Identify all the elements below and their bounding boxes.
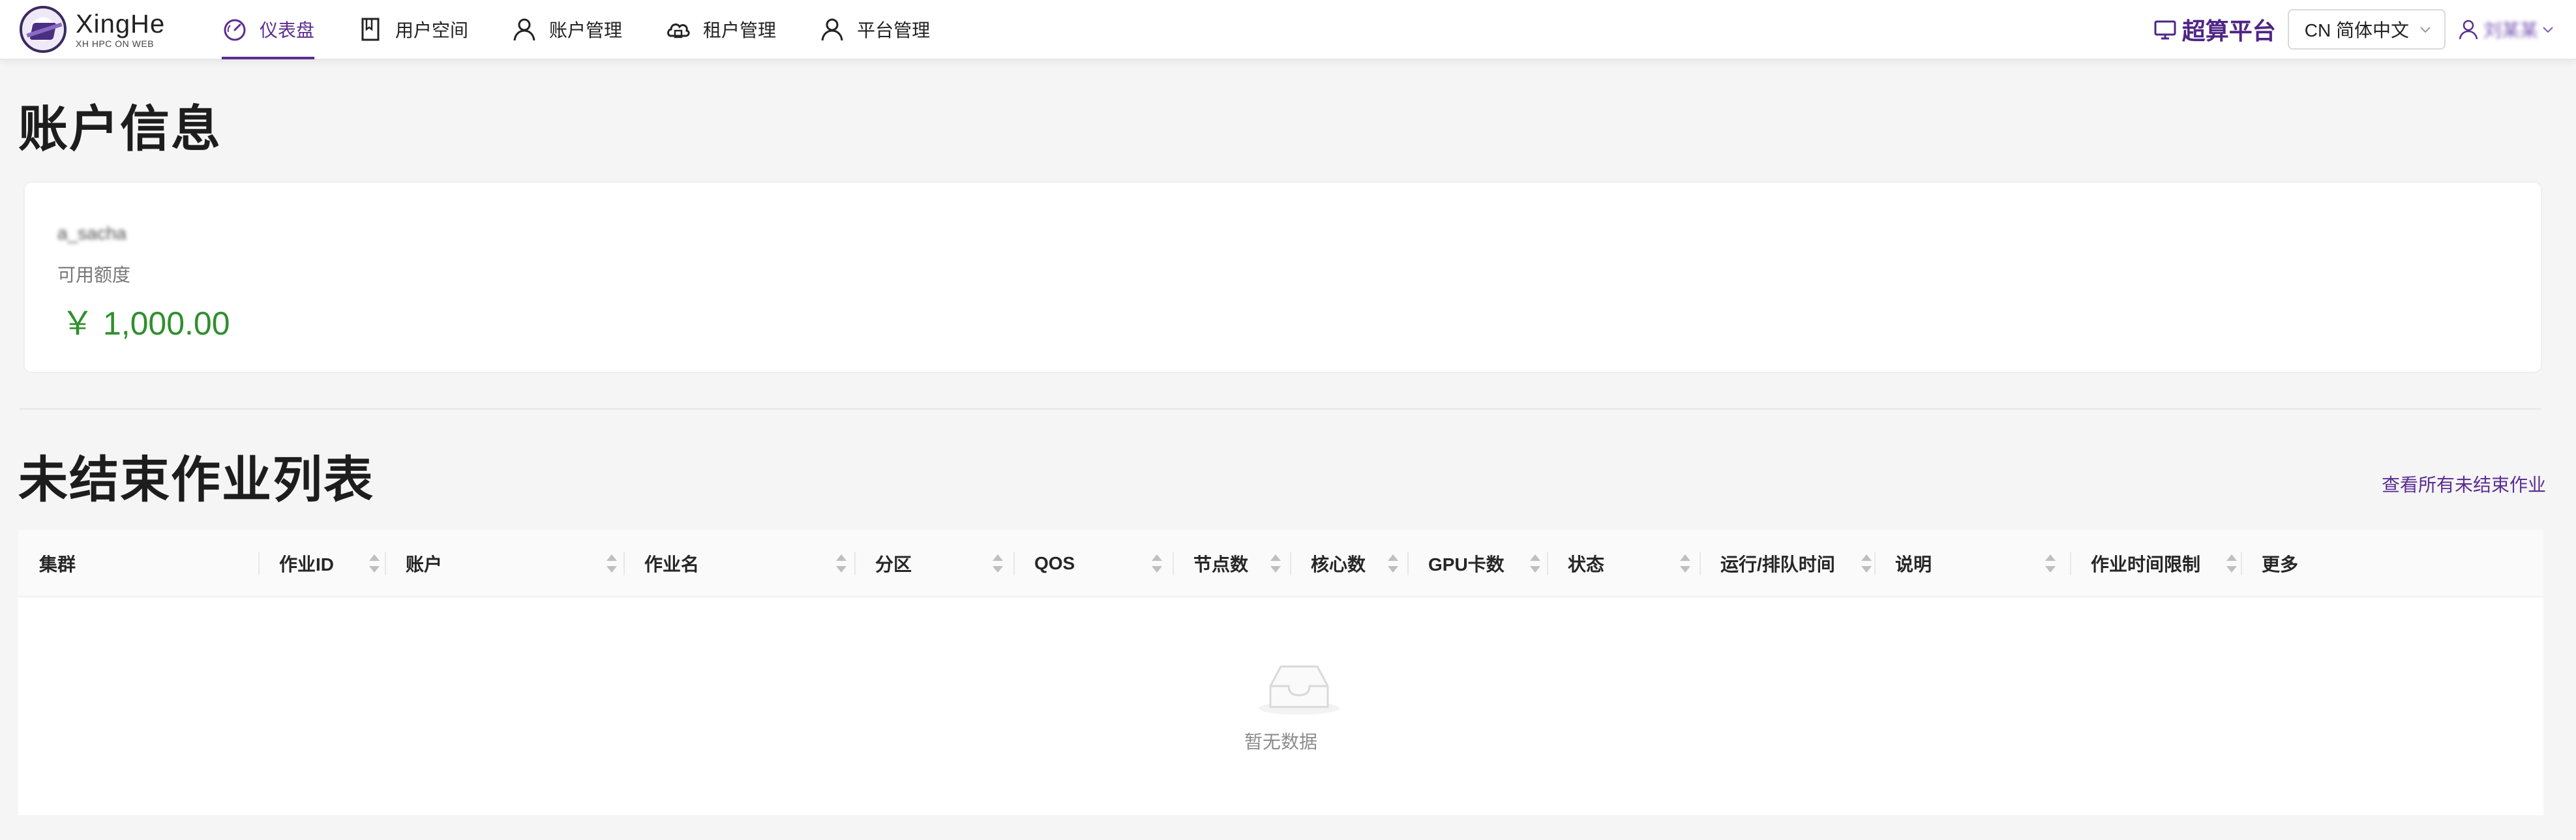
nav-item-dashboard[interactable]: 仪表盘 <box>222 0 315 59</box>
sort-icon[interactable] <box>1530 554 1540 573</box>
cloud-icon <box>665 16 691 42</box>
empty-text: 暂无数据 <box>1244 732 1317 752</box>
user-icon <box>819 16 845 42</box>
nav-item-label: 用户空间 <box>395 20 469 40</box>
main-nav: 仪表盘 用户空间 账户管理 租户管理 平台管理 <box>222 0 973 59</box>
chevron-down-icon <box>2420 27 2431 33</box>
platform-label: 超算平台 <box>2181 18 2276 44</box>
nav-item-label: 账户管理 <box>549 20 623 40</box>
empty-state: 暂无数据 <box>18 597 2543 815</box>
balance-label: 可用额度 <box>57 265 131 285</box>
nav-item-label: 仪表盘 <box>260 20 315 40</box>
logo-subtitle: XH HPC ON WEB <box>76 38 155 49</box>
sort-icon[interactable] <box>1388 554 1398 573</box>
nav-item-user-space[interactable]: 用户空间 <box>357 0 468 59</box>
language-value: CN 简体中文 <box>2304 20 2409 40</box>
language-select[interactable]: CN 简体中文 <box>2287 9 2446 50</box>
sort-icon[interactable] <box>1861 554 1872 573</box>
platform-switch[interactable]: 超算平台 <box>2153 12 2276 46</box>
account-section-title: 账户信息 <box>18 102 222 157</box>
column-header-job-id[interactable]: 作业ID <box>258 530 406 597</box>
column-header-more: 更多 <box>2241 530 2371 597</box>
user-menu[interactable]: 刘某某 <box>2457 16 2559 42</box>
dashboard-icon <box>222 16 248 42</box>
column-header-account[interactable]: 账户 <box>385 530 646 597</box>
sort-icon[interactable] <box>993 554 1003 573</box>
logo[interactable]: XingHe XH HPC ON WEB <box>20 0 176 59</box>
nav-item-label: 平台管理 <box>857 20 931 40</box>
column-header-time-limit[interactable]: 作业时间限制 <box>2070 530 2246 597</box>
jobs-table: 集群 作业ID 账户 作业名 分区 QOS 节点数 核心数 GPU卡数 状态 运… <box>18 530 2543 815</box>
user-icon <box>511 16 537 42</box>
empty-inbox-icon <box>1259 665 1340 715</box>
column-header-gpu-count[interactable]: GPU卡数 <box>1407 530 1568 597</box>
sort-icon[interactable] <box>1270 554 1281 573</box>
section-divider <box>20 408 2541 410</box>
logo-title: XingHe <box>76 10 166 38</box>
nav-item-tenant-management[interactable]: 租户管理 <box>665 0 776 59</box>
account-card: a_sacha 可用额度 ￥ 1,000.00 <box>23 181 2542 373</box>
balance-value: ￥ 1,000.00 <box>61 305 230 342</box>
nav-item-label: 租户管理 <box>703 20 777 40</box>
column-header-status[interactable]: 状态 <box>1547 530 1720 597</box>
sort-icon[interactable] <box>836 554 846 573</box>
column-header-cluster: 集群 <box>39 554 76 575</box>
column-header-partition[interactable]: 分区 <box>854 530 1034 597</box>
account-name: a_sacha <box>57 223 127 243</box>
column-header-qos[interactable]: QOS <box>1013 530 1192 597</box>
monitor-icon <box>2154 20 2176 40</box>
user-icon <box>2459 20 2478 40</box>
nav-item-platform-management[interactable]: 平台管理 <box>819 0 930 59</box>
chevron-down-icon <box>2543 27 2553 33</box>
jobs-section-title: 未结束作业列表 <box>18 453 374 508</box>
sort-icon[interactable] <box>607 554 617 573</box>
logo-icon <box>20 6 67 53</box>
column-header-description[interactable]: 说明 <box>1874 530 2084 597</box>
sort-icon[interactable] <box>2045 554 2056 573</box>
username: 刘某某 <box>2483 20 2538 40</box>
book-icon <box>357 16 383 42</box>
sort-icon[interactable] <box>1680 554 1690 573</box>
sort-icon[interactable] <box>369 554 380 573</box>
table-header: 集群 作业ID 账户 作业名 分区 QOS 节点数 核心数 GPU卡数 状态 运… <box>18 530 2543 597</box>
column-header-job-name[interactable]: 作业名 <box>623 530 874 597</box>
top-header: XingHe XH HPC ON WEB 仪表盘 用户空间 账户管理 租户管理 … <box>0 0 2576 60</box>
view-all-unfinished-jobs-link[interactable]: 查看所有未结束作业 <box>2382 471 2546 497</box>
column-header-run-queue-time[interactable]: 运行/排队时间 <box>1700 530 1885 597</box>
nav-item-account-management[interactable]: 账户管理 <box>511 0 622 59</box>
sort-icon[interactable] <box>1152 554 1162 573</box>
sort-icon[interactable] <box>2226 554 2237 573</box>
